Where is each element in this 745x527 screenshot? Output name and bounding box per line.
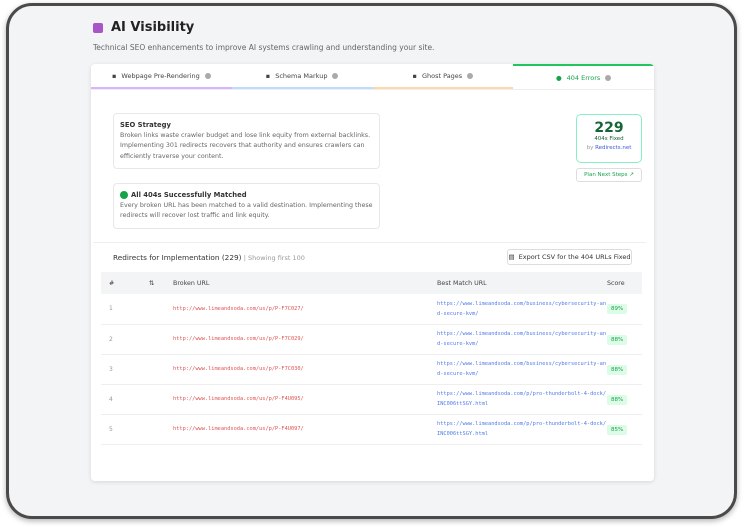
score-badge: 85% — [607, 424, 628, 435]
file-icon: ▤ — [508, 253, 515, 261]
table-row: 1 http://www.limeandsoda.com/us/p/P-F7C0… — [101, 294, 642, 325]
tab-icon: ▪ — [265, 71, 271, 80]
col-best-match: Best Match URL — [431, 272, 607, 294]
tab-icon: ▪ — [412, 71, 417, 80]
best-match-url[interactable]: https://www.limeandsoda.com/business/cyb… — [431, 324, 607, 355]
tab-404-errors[interactable]: ● 404 Errors — [513, 64, 654, 89]
seo-strategy-box: SEO Strategy Broken links waste crawler … — [113, 113, 380, 169]
plan-next-steps-button[interactable]: Plan Next Steps ↗ — [576, 168, 642, 182]
info-icon[interactable] — [605, 74, 612, 81]
redirects-table: # ⇅ Broken URL Best Match URL Score 1 ht… — [101, 272, 642, 445]
best-match-url[interactable]: https://www.limeandsoda.com/p/pro-thunde… — [431, 414, 607, 445]
score-badge: 88% — [607, 334, 628, 345]
broken-url[interactable]: http://www.limeandsoda.com/us/p/P-F4U097… — [173, 414, 431, 445]
table-row: 3 http://www.limeandsoda.com/us/p/P-F7C0… — [101, 354, 642, 385]
broken-url[interactable]: http://www.limeandsoda.com/us/p/P-F4U095… — [173, 384, 431, 415]
tab-schema-markup[interactable]: ▪ Schema Markup — [231, 64, 373, 89]
col-score: Score — [607, 272, 642, 294]
main-card: ▪ Webpage Pre-Rendering ▪ Schema Markup ▪ Gho… — [91, 64, 654, 481]
tab-ghost-pages[interactable]: ▪ Ghost Pages — [372, 64, 514, 89]
col-sort[interactable]: ⇅ — [149, 272, 173, 294]
page-title: AI Visibility — [111, 20, 195, 35]
info-icon[interactable] — [467, 72, 474, 79]
matched-title: All 404s Successfully Matched — [131, 191, 247, 199]
score-badge: 88% — [607, 394, 628, 405]
by-label: by — [586, 145, 594, 151]
redirects-title: Redirects for Implementation (229) | Sho… — [113, 253, 305, 262]
strategy-title: SEO Strategy — [120, 121, 171, 129]
plan-label: Plan Next Steps — [584, 172, 628, 178]
tab-label: Webpage Pre-Rendering — [121, 71, 200, 80]
check-circle-icon — [120, 191, 128, 199]
export-label: Export CSV for the 404 URLs Fixed — [518, 253, 631, 261]
device-frame: AI Visibility Technical SEO enhancements… — [6, 3, 737, 519]
best-match-url[interactable]: https://www.limeandsoda.com/business/cyb… — [431, 294, 607, 325]
tab-label: Ghost Pages — [421, 71, 463, 80]
col-number: # — [101, 272, 149, 294]
external-link-icon: ↗ — [629, 172, 634, 178]
table-row: 2 http://www.limeandsoda.com/us/p/P-F7C0… — [101, 324, 642, 355]
tab-label: Schema Markup — [275, 71, 328, 80]
redirects-heading: Redirects for Implementation (229) — [113, 253, 242, 262]
row-number: 5 — [101, 414, 149, 445]
fixed-label: 404s Fixed — [594, 136, 624, 142]
best-match-url[interactable]: https://www.limeandsoda.com/business/cyb… — [431, 354, 607, 385]
matched-box: All 404s Successfully Matched Every brok… — [113, 183, 380, 229]
info-icon[interactable] — [204, 72, 211, 79]
tab-bar: ▪ Webpage Pre-Rendering ▪ Schema Markup ▪ Gho… — [91, 64, 654, 90]
table-row: 5 http://www.limeandsoda.com/us/p/P-F4U0… — [101, 414, 642, 445]
strategy-text: Broken links waste crawler budget and lo… — [120, 131, 371, 160]
row-number: 4 — [101, 384, 149, 415]
broken-url[interactable]: http://www.limeandsoda.com/us/p/P-F7C027… — [173, 294, 431, 325]
list-icon — [93, 22, 103, 33]
divider — [93, 242, 646, 243]
col-broken-url: Broken URL — [173, 272, 431, 294]
row-number: 3 — [101, 354, 149, 385]
info-icon[interactable] — [332, 72, 339, 79]
tab-label: 404 Errors — [566, 73, 601, 82]
tab-webpage-pre-rendering[interactable]: ▪ Webpage Pre-Rendering — [91, 64, 232, 89]
broken-url[interactable]: http://www.limeandsoda.com/us/p/P-F7C029… — [173, 324, 431, 355]
page-subtitle: Technical SEO enhancements to improve AI… — [93, 43, 435, 52]
fixed-count: 229 — [594, 120, 624, 136]
scroll-fade — [91, 450, 654, 481]
row-number: 1 — [101, 294, 149, 325]
best-match-url[interactable]: https://www.limeandsoda.com/p/pro-thunde… — [431, 384, 607, 415]
tab-icon: ● — [555, 73, 562, 82]
broken-url[interactable]: http://www.limeandsoda.com/us/p/P-F7C030… — [173, 354, 431, 385]
brand-link[interactable]: Redirects.net — [595, 145, 631, 151]
score-badge: 88% — [607, 364, 628, 375]
fixed-stat: 229 404s Fixed by Redirects.net — [576, 114, 642, 163]
table-row: 4 http://www.limeandsoda.com/us/p/P-F4U0… — [101, 384, 642, 415]
score-badge: 89% — [607, 304, 628, 315]
page-header: AI Visibility Technical SEO enhancements… — [93, 20, 434, 52]
tab-icon: ▪ — [112, 71, 117, 80]
row-number: 2 — [101, 324, 149, 355]
matched-text: Every broken URL has been matched to a v… — [120, 201, 373, 220]
redirects-note: | Showing first 100 — [243, 254, 305, 262]
export-csv-button[interactable]: ▤ Export CSV for the 404 URLs Fixed — [507, 249, 632, 265]
